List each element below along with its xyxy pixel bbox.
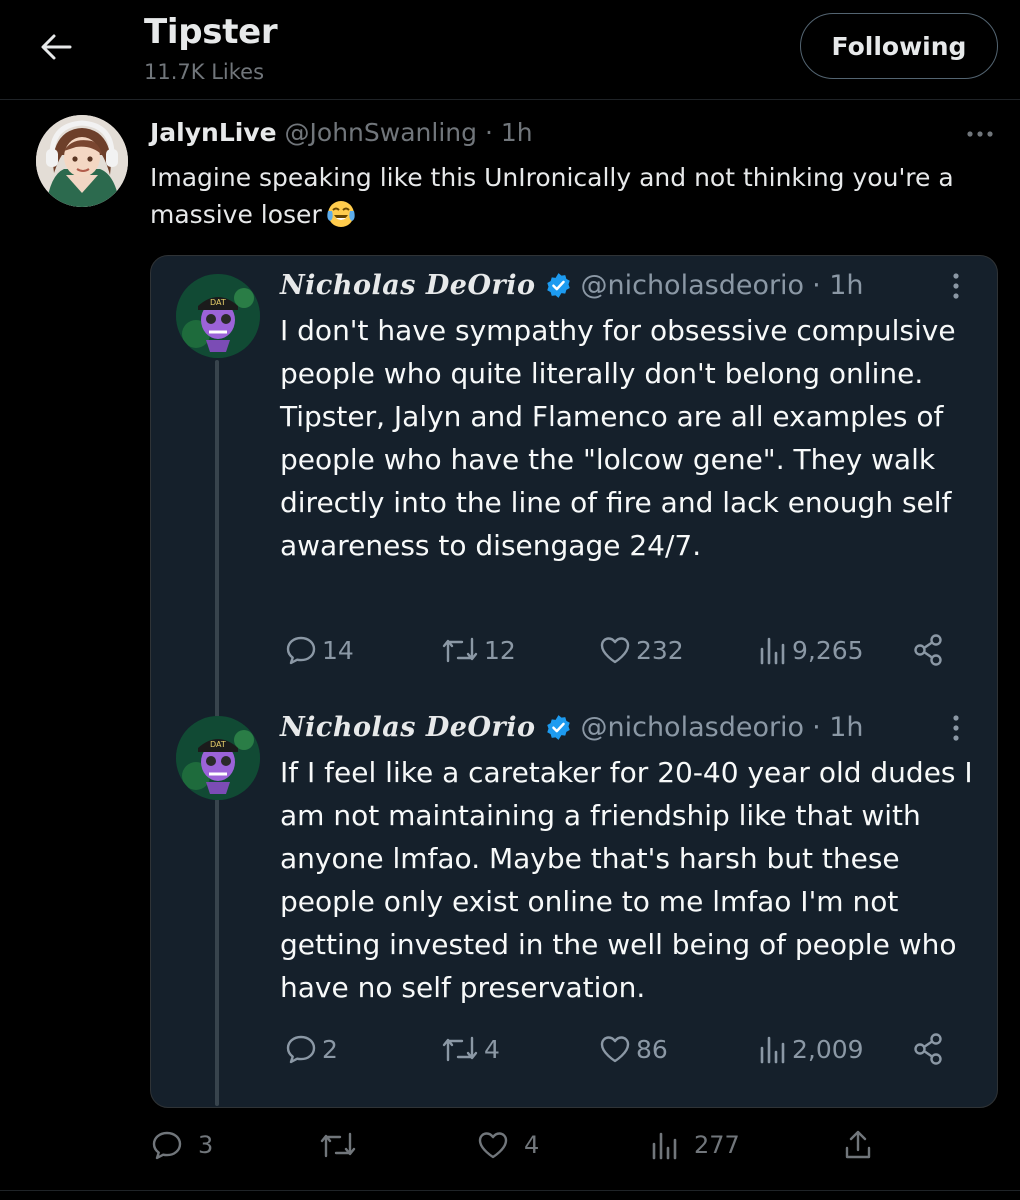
like-count: 232	[636, 635, 684, 665]
top-bar: Tipster 11.7K Likes Following	[0, 0, 1020, 100]
view-count: 2,009	[792, 1034, 864, 1064]
likes-count: 11.7K Likes	[144, 60, 265, 84]
share-button[interactable]	[912, 1032, 948, 1066]
reply-button[interactable]: 2	[284, 1032, 338, 1066]
quoted-tweet-header: Nicholas DeOrio @nicholasdeorio · 1h	[280, 270, 864, 301]
face-with-tears-of-joy-icon	[327, 201, 355, 227]
views-button[interactable]: 277	[650, 1128, 740, 1162]
repost-button[interactable]: 12	[440, 633, 516, 667]
like-button[interactable]: 232	[598, 633, 684, 667]
reply-icon	[286, 1035, 316, 1064]
reply-icon	[152, 1131, 182, 1160]
avatar-image	[36, 115, 128, 207]
author-name[interactable]: JalynLive	[150, 118, 277, 147]
tweet-text: I don't have sympathy for obsessive comp…	[280, 314, 956, 562]
views-button[interactable]: 9,265	[758, 633, 864, 667]
heart-icon	[600, 637, 630, 664]
verified-badge-icon	[547, 273, 571, 298]
quoted-avatar[interactable]: DAT	[176, 274, 260, 358]
quoted-tweet-header: Nicholas DeOrio @nicholasdeorio · 1h	[280, 712, 864, 743]
heart-icon	[478, 1132, 508, 1159]
author-name[interactable]: Nicholas DeOrio	[280, 270, 535, 301]
page-title: Tipster	[144, 12, 278, 52]
following-button[interactable]: Following	[800, 13, 998, 79]
ellipsis-horizontal-icon	[967, 131, 993, 137]
like-button[interactable]: 4	[476, 1128, 539, 1162]
avatar-image: DAT	[176, 274, 260, 358]
analytics-bars-icon	[760, 1036, 785, 1064]
share-button[interactable]	[842, 1128, 888, 1162]
repost-count: 4	[484, 1034, 500, 1064]
analytics-bars-icon	[652, 1132, 677, 1160]
reply-count: 3	[198, 1131, 214, 1159]
repost-icon	[442, 1036, 478, 1062]
author-handle[interactable]: @JohnSwanling	[285, 118, 477, 147]
quoted-avatar[interactable]: DAT	[176, 716, 260, 800]
repost-count: 12	[484, 635, 516, 665]
divider	[0, 1190, 1020, 1191]
share-nodes-icon	[914, 634, 942, 666]
more-options-button[interactable]	[938, 712, 974, 744]
tweet-time[interactable]: · 1h	[812, 270, 863, 301]
post-time[interactable]: · 1h	[485, 118, 533, 147]
like-button[interactable]: 86	[598, 1032, 668, 1066]
share-upload-icon	[845, 1130, 871, 1159]
reply-button[interactable]: 14	[284, 633, 354, 667]
view-count: 277	[694, 1131, 740, 1159]
author-handle[interactable]: @nicholasdeorio	[580, 712, 804, 743]
verified-badge-icon	[547, 715, 571, 740]
more-options-button[interactable]	[960, 118, 1000, 150]
avatar[interactable]	[36, 115, 128, 207]
reply-count: 14	[322, 635, 354, 665]
svg-text:DAT: DAT	[210, 740, 226, 749]
post-text-body: Imagine speaking like this UnIronically …	[150, 163, 954, 229]
tweet-text: If I feel like a caretaker for 20-40 yea…	[280, 756, 973, 1004]
ellipsis-vertical-icon	[953, 273, 959, 299]
repost-icon	[320, 1132, 356, 1158]
tweet-time[interactable]: · 1h	[812, 712, 863, 743]
reply-icon	[286, 636, 316, 665]
views-button[interactable]: 2,009	[758, 1032, 864, 1066]
more-options-button[interactable]	[938, 270, 974, 302]
view-count: 9,265	[792, 635, 864, 665]
repost-button[interactable]: 4	[440, 1032, 500, 1066]
author-handle[interactable]: @nicholasdeorio	[580, 270, 804, 301]
post-header: JalynLive @JohnSwanling · 1h	[150, 118, 533, 147]
author-name[interactable]: Nicholas DeOrio	[280, 712, 535, 743]
repost-button[interactable]	[318, 1128, 372, 1162]
back-button[interactable]	[30, 24, 82, 70]
share-nodes-icon	[914, 1033, 942, 1065]
share-button[interactable]	[912, 633, 948, 667]
reply-button[interactable]: 3	[150, 1128, 213, 1162]
ellipsis-vertical-icon	[953, 715, 959, 741]
like-count: 86	[636, 1034, 668, 1064]
post-text: Imagine speaking like this UnIronically …	[150, 159, 1010, 233]
svg-text:DAT: DAT	[210, 298, 226, 307]
like-count: 4	[524, 1131, 540, 1159]
analytics-bars-icon	[760, 637, 785, 665]
profile-title-block: Tipster 11.7K Likes	[144, 12, 278, 84]
reply-count: 2	[322, 1034, 338, 1064]
arrow-left-icon	[41, 34, 72, 60]
heart-icon	[600, 1036, 630, 1063]
repost-icon	[442, 637, 478, 663]
avatar-image: DAT	[176, 716, 260, 800]
